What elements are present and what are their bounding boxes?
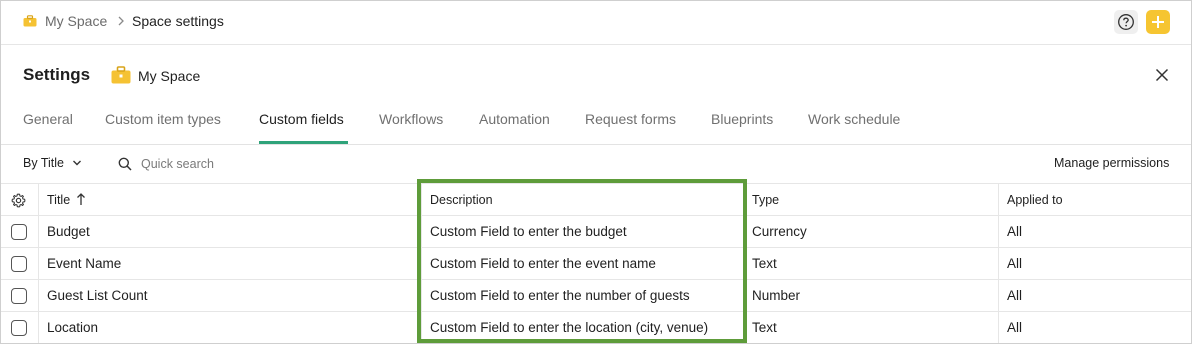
table-row[interactable]: Location Custom Field to enter the locat… <box>1 311 1191 343</box>
plus-icon <box>1152 16 1164 28</box>
add-button[interactable] <box>1146 10 1170 34</box>
type-cell[interactable]: Currency <box>743 216 998 248</box>
settings-tabs: General Custom item types Custom fields … <box>1 101 1191 145</box>
row-title: Location <box>47 320 99 335</box>
row-type: Currency <box>752 224 807 239</box>
breadcrumb-current: Space settings <box>132 13 224 29</box>
settings-window: My Space Space settings Settings My Spac… <box>0 0 1192 344</box>
breadcrumb-space-link[interactable]: My Space <box>45 13 107 29</box>
table-header-row: Title Description Type Applied to <box>1 183 1191 216</box>
row-checkbox[interactable] <box>11 320 27 336</box>
column-header-description[interactable]: Description <box>421 184 743 216</box>
tab-workflows[interactable]: Workflows <box>379 111 443 127</box>
chevron-down-icon[interactable] <box>72 159 82 167</box>
title-cell[interactable]: Budget <box>38 216 421 248</box>
briefcase-icon <box>111 66 131 84</box>
row-select-cell <box>1 216 38 248</box>
applied-to-cell[interactable]: All <box>998 312 1191 343</box>
applied-to-cell[interactable]: All <box>998 280 1191 312</box>
column-title-label: Title <box>47 193 71 207</box>
description-cell[interactable]: Custom Field to enter the budget <box>421 216 743 248</box>
table-row[interactable]: Event Name Custom Field to enter the eve… <box>1 247 1191 280</box>
row-applied-to: All <box>1007 224 1023 239</box>
column-header-type[interactable]: Type <box>743 184 998 216</box>
row-applied-to: All <box>1007 288 1023 303</box>
title-cell[interactable]: Event Name <box>38 248 421 280</box>
row-type: Text <box>752 256 777 271</box>
tab-custom-item-types[interactable]: Custom item types <box>105 111 221 127</box>
column-type-label: Type <box>752 193 780 207</box>
row-title: Event Name <box>47 256 122 271</box>
row-select-cell <box>1 280 38 312</box>
row-description: Custom Field to enter the budget <box>430 224 627 239</box>
table-row[interactable]: Budget Custom Field to enter the budget … <box>1 215 1191 248</box>
sort-dropdown[interactable]: By Title <box>23 156 64 170</box>
page-title: Settings <box>23 65 91 84</box>
tab-general[interactable]: General <box>23 111 73 127</box>
row-checkbox[interactable] <box>11 224 27 240</box>
row-description: Custom Field to enter the location (city… <box>430 320 709 335</box>
row-checkbox[interactable] <box>11 256 27 272</box>
title-cell[interactable]: Guest List Count <box>38 280 421 312</box>
description-cell[interactable]: Custom Field to enter the event name <box>421 248 743 280</box>
applied-to-cell[interactable]: All <box>998 216 1191 248</box>
row-type: Number <box>752 288 801 303</box>
close-icon[interactable] <box>1153 66 1171 84</box>
column-settings-cell <box>1 184 38 216</box>
tab-custom-fields[interactable]: Custom fields <box>259 111 344 127</box>
chevron-right-icon <box>118 16 124 26</box>
search-icon <box>118 157 132 171</box>
row-description: Custom Field to enter the event name <box>430 256 656 271</box>
help-button[interactable] <box>1114 10 1138 34</box>
row-select-cell <box>1 248 38 280</box>
manage-permissions-link[interactable]: Manage permissions <box>1054 156 1169 170</box>
column-applied-to-label: Applied to <box>1007 193 1063 207</box>
description-cell[interactable]: Custom Field to enter the location (city… <box>421 312 743 343</box>
active-tab-indicator <box>259 141 348 144</box>
tab-blueprints[interactable]: Blueprints <box>711 111 773 127</box>
applied-to-cell[interactable]: All <box>998 248 1191 280</box>
tab-request-forms[interactable]: Request forms <box>585 111 676 127</box>
column-header-applied-to[interactable]: Applied to <box>998 184 1191 216</box>
table-row[interactable]: Guest List Count Custom Field to enter t… <box>1 279 1191 312</box>
tab-automation[interactable]: Automation <box>479 111 550 127</box>
row-type: Text <box>752 320 777 335</box>
tab-work-schedule[interactable]: Work schedule <box>808 111 900 127</box>
row-title: Guest List Count <box>47 288 148 303</box>
type-cell[interactable]: Text <box>743 312 998 343</box>
row-title: Budget <box>47 224 90 239</box>
row-description: Custom Field to enter the number of gues… <box>430 288 690 303</box>
column-description-label: Description <box>430 193 493 207</box>
search-input[interactable] <box>141 154 361 174</box>
row-applied-to: All <box>1007 320 1023 335</box>
space-name: My Space <box>138 68 201 84</box>
help-icon <box>1118 14 1134 30</box>
row-checkbox[interactable] <box>11 288 27 304</box>
type-cell[interactable]: Text <box>743 248 998 280</box>
column-header-title[interactable]: Title <box>38 184 421 216</box>
type-cell[interactable]: Number <box>743 280 998 312</box>
top-bar: My Space Space settings <box>1 1 1191 45</box>
arrow-up-icon <box>77 193 85 205</box>
row-applied-to: All <box>1007 256 1023 271</box>
title-cell[interactable]: Location <box>38 312 421 343</box>
briefcase-icon <box>23 15 37 27</box>
row-select-cell <box>1 312 38 343</box>
description-cell[interactable]: Custom Field to enter the number of gues… <box>421 280 743 312</box>
gear-icon[interactable] <box>11 193 26 208</box>
